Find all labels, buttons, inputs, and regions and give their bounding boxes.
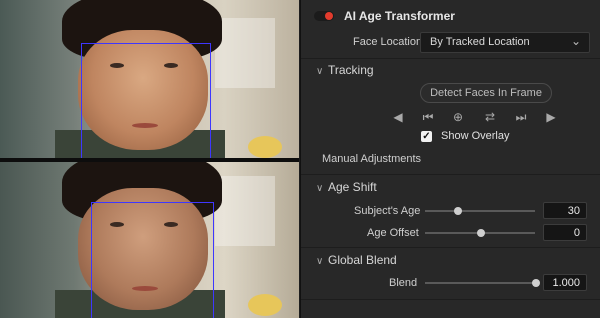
show-overlay-checkbox[interactable]: ✓ bbox=[421, 131, 432, 142]
inspector-panel: AI Age Transformer Face Location By Trac… bbox=[300, 0, 600, 318]
tracking-section-label: Tracking bbox=[328, 63, 374, 77]
divider bbox=[301, 174, 600, 175]
video-viewer bbox=[0, 0, 299, 318]
global-blend-section-header[interactable]: ∨ Global Blend bbox=[316, 253, 397, 267]
divider bbox=[301, 58, 600, 59]
face-location-dropdown[interactable]: By Tracked Location ⌄ bbox=[420, 32, 590, 53]
effect-header: AI Age Transformer bbox=[301, 0, 600, 32]
subjects-age-slider[interactable] bbox=[425, 210, 535, 212]
divider bbox=[301, 247, 600, 248]
window-light bbox=[215, 176, 275, 246]
track-forward-icon[interactable]: ▶ bbox=[542, 109, 560, 125]
global-blend-section-label: Global Blend bbox=[328, 253, 397, 267]
blend-field[interactable]: 1.000 bbox=[543, 274, 587, 291]
age-shift-section-label: Age Shift bbox=[328, 180, 377, 194]
age-offset-label: Age Offset bbox=[367, 227, 419, 239]
divider bbox=[301, 299, 600, 300]
effect-title: AI Age Transformer bbox=[344, 9, 455, 23]
face-tracking-box bbox=[91, 202, 214, 318]
age-shift-section-header[interactable]: ∨ Age Shift bbox=[316, 180, 377, 194]
chevron-down-icon: ⌄ bbox=[570, 34, 581, 48]
detect-faces-button[interactable]: Detect Faces In Frame bbox=[420, 83, 552, 103]
toggle-indicator bbox=[325, 12, 333, 20]
blend-label: Blend bbox=[389, 277, 418, 289]
face-location-label: Face Location bbox=[353, 36, 423, 48]
subjects-age-field[interactable]: 30 bbox=[543, 202, 587, 219]
tracking-section-header[interactable]: ∨ Tracking bbox=[316, 63, 374, 77]
show-overlay-label: Show Overlay bbox=[441, 130, 510, 142]
preview-original[interactable] bbox=[0, 0, 299, 158]
preview-transformed[interactable] bbox=[0, 162, 299, 318]
track-backward-icon[interactable]: ◀ bbox=[389, 109, 407, 125]
chevron-down-icon: ∨ bbox=[316, 183, 324, 194]
subjects-age-slider-handle[interactable] bbox=[454, 207, 462, 215]
age-offset-field[interactable]: 0 bbox=[543, 224, 587, 241]
face-location-value: By Tracked Location bbox=[430, 36, 530, 48]
age-offset-slider-handle[interactable] bbox=[477, 229, 485, 237]
plant bbox=[248, 294, 282, 316]
blend-slider[interactable] bbox=[425, 282, 535, 284]
chevron-down-icon: ∨ bbox=[316, 66, 324, 77]
plant bbox=[248, 136, 282, 158]
step-backward-icon[interactable]: ⏮ bbox=[419, 109, 437, 125]
blend-slider-handle[interactable] bbox=[532, 279, 540, 287]
subjects-age-label: Subject's Age bbox=[354, 205, 421, 217]
swap-direction-icon[interactable]: ⇄ bbox=[481, 109, 499, 125]
step-forward-icon[interactable]: ⏭ bbox=[512, 109, 530, 125]
chevron-down-icon: ∨ bbox=[316, 256, 324, 267]
face-tracking-box bbox=[81, 43, 211, 158]
manual-adjustments-label: Manual Adjustments bbox=[322, 153, 422, 165]
window-light bbox=[215, 18, 275, 88]
add-track-point-icon[interactable]: ⊕ bbox=[449, 109, 467, 125]
effect-enable-toggle[interactable] bbox=[314, 11, 334, 21]
